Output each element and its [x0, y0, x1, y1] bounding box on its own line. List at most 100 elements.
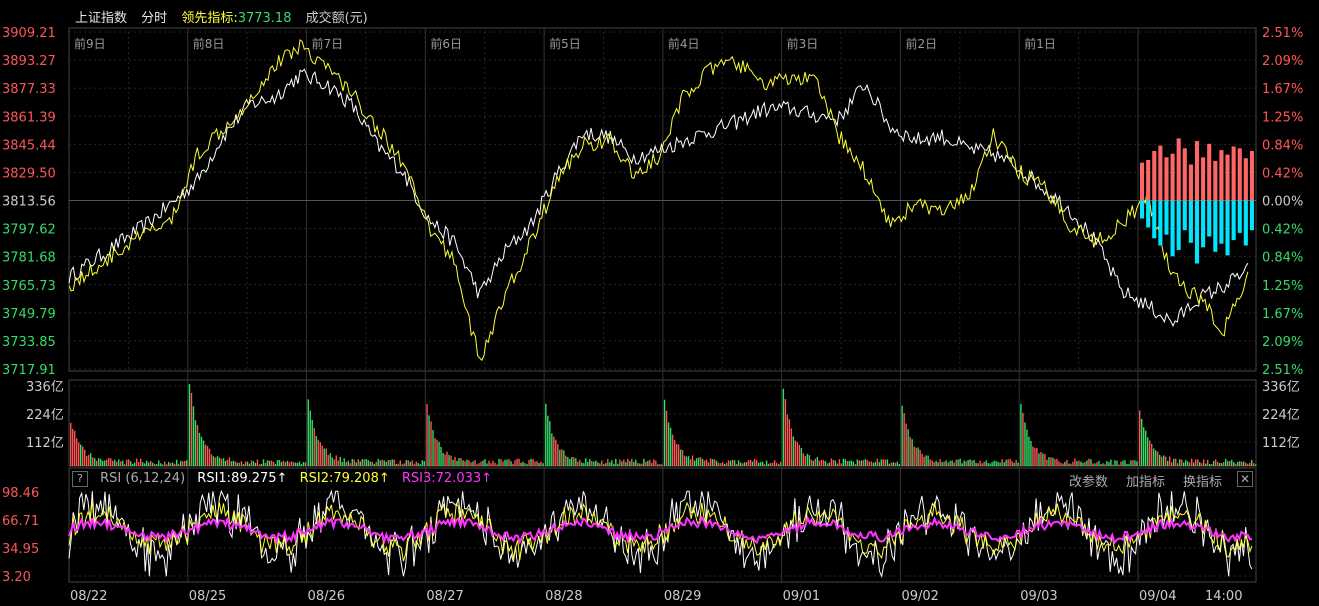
change-params-button[interactable]: 改参数	[1069, 471, 1108, 490]
volume-bar	[504, 459, 506, 466]
volume-bar	[613, 463, 615, 466]
volume-bar	[1082, 462, 1084, 466]
volume-bar	[204, 444, 207, 466]
volume-bar	[514, 460, 516, 466]
volume-bar	[685, 456, 688, 466]
volume-bar	[1203, 459, 1205, 466]
help-icon[interactable]: ?	[72, 471, 88, 487]
volume-bar	[1245, 462, 1247, 466]
volume-bar	[482, 460, 484, 466]
strength-up-bar	[1170, 153, 1175, 201]
volume-bar	[490, 463, 492, 466]
volume-bar	[256, 459, 259, 466]
volume-bar	[1126, 463, 1128, 466]
volume-bar	[1017, 462, 1019, 466]
volume-bar	[1054, 459, 1056, 466]
volume-bar	[771, 462, 774, 466]
volume-bar	[1132, 460, 1134, 466]
volume-bar	[1040, 451, 1042, 466]
volume-bar	[677, 444, 680, 466]
strength-down-bar	[1164, 200, 1169, 235]
strength-up-bar	[1152, 151, 1157, 201]
volume-bar	[689, 459, 692, 466]
volume-bar	[436, 439, 438, 466]
rsi3-value: RSI3:72.033↑	[401, 471, 493, 486]
add-indicator-button[interactable]: 加指标	[1126, 471, 1165, 490]
volume-bar	[512, 463, 514, 466]
volume-bar	[1195, 459, 1197, 466]
price-tick-label: 3749.79	[2, 307, 56, 322]
day-label: 前8日	[193, 36, 225, 51]
volume-bar	[375, 461, 377, 466]
rsi-panel[interactable]	[68, 489, 1253, 579]
strength-up-bar	[1237, 148, 1242, 201]
volume-bar	[442, 452, 444, 466]
volume-bar	[729, 460, 732, 466]
volume-bar	[264, 462, 267, 466]
volume-bar	[118, 459, 120, 466]
volume-bar	[719, 463, 722, 466]
close-icon[interactable]: ✕	[1237, 471, 1253, 487]
volume-bar	[1161, 456, 1163, 466]
volume-bar	[190, 392, 193, 466]
volume-bar	[94, 458, 96, 466]
volume-bar	[591, 461, 593, 466]
volume-bar	[665, 410, 668, 466]
volume-bar	[136, 458, 138, 466]
volume-bar	[637, 462, 639, 466]
volume-bar	[777, 464, 780, 466]
volume-bar	[462, 460, 464, 466]
volume-bar	[687, 456, 690, 466]
chart-mode[interactable]: 分时	[141, 11, 167, 26]
volume-bar	[581, 462, 583, 466]
strength-down-bar	[1140, 200, 1145, 219]
volume-bar	[134, 462, 136, 466]
volume-bar	[1106, 460, 1108, 466]
volume-bar	[838, 459, 841, 466]
volume-bar	[315, 436, 317, 466]
volume-bar	[1128, 464, 1130, 466]
volume-bar	[858, 460, 861, 466]
volume-bar	[1072, 461, 1074, 466]
volume-bar	[363, 459, 365, 466]
volume-bar	[896, 461, 899, 466]
strength-down-bar	[1207, 200, 1212, 237]
volume-bar	[1028, 436, 1030, 466]
volume-bar	[931, 460, 933, 466]
volume-bar	[1207, 459, 1209, 466]
volume-bar	[779, 461, 782, 466]
volume-bar	[784, 398, 787, 466]
index-name[interactable]: 上证指数	[75, 11, 127, 26]
volume-bar	[681, 450, 684, 466]
volume-bar	[298, 461, 301, 466]
volume-bar	[1189, 462, 1191, 466]
volume-bar	[156, 464, 158, 466]
volume-bar	[651, 462, 653, 466]
volume-bar	[913, 446, 915, 466]
volume-bar	[228, 457, 231, 466]
volume-bar	[798, 444, 801, 466]
pct-tick-label: 0.84%	[1262, 251, 1303, 266]
volume-bar	[824, 460, 827, 466]
chart-header: 上证指数 分时 领先指标:3773.18 成交额(元)	[75, 7, 378, 26]
volume-bar	[551, 433, 553, 466]
volume-bar	[361, 459, 363, 466]
volume-bar	[796, 441, 799, 466]
volume-bar	[1026, 429, 1028, 466]
volume-bar	[452, 459, 454, 466]
volume-bar	[593, 461, 595, 466]
volume-bar	[331, 457, 333, 466]
volume-bar	[250, 460, 253, 466]
volume-bar	[917, 447, 919, 466]
volume-bar	[935, 460, 937, 466]
volume-bar	[116, 461, 118, 466]
volume-bar	[152, 462, 154, 466]
volume-bar	[975, 462, 977, 466]
volume-bar	[194, 420, 197, 466]
volume-bar	[367, 460, 369, 466]
switch-indicator-button[interactable]: 换指标	[1183, 471, 1222, 490]
volume-bar	[822, 460, 825, 466]
volume-bar	[389, 460, 391, 466]
date-label: 08/29	[664, 589, 701, 604]
volume-bar	[761, 461, 764, 466]
